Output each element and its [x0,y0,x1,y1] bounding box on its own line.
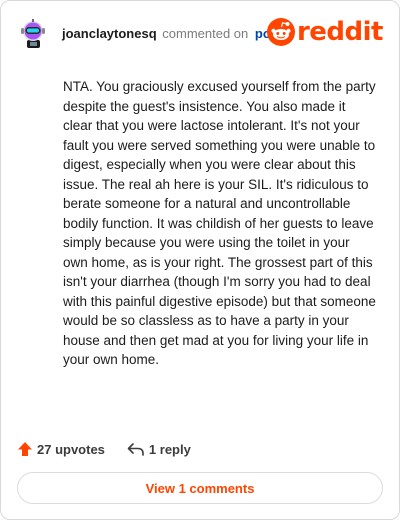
comment-actions: 27 upvotes 1 reply [17,439,191,459]
upvote-button[interactable]: 27 upvotes [17,441,105,457]
reddit-wordmark: reddit [296,17,384,47]
comment-body: NTA. You graciously excused yourself fro… [63,79,376,367]
reddit-alien-icon [266,18,295,46]
comment-meta: joanclaytonesq commented on post [62,25,282,43]
reply-count: 1 reply [148,441,191,457]
commented-on-text: commented on [162,26,249,41]
comment-header: joanclaytonesq commented on post reddit [17,15,384,51]
view-comments-button[interactable]: View 1 comments [17,472,383,504]
username-link[interactable]: joanclaytonesq [62,26,157,41]
comment-card: joanclaytonesq commented on post reddit … [0,0,400,520]
snoo-avatar-icon [17,17,49,49]
reply-button[interactable]: 1 reply [127,441,191,457]
reply-arrow-icon [127,443,144,456]
upvote-count: 27 upvotes [37,441,105,457]
reddit-logo[interactable]: reddit [266,15,384,49]
upvote-arrow-icon [18,442,32,456]
avatar[interactable] [17,17,49,49]
